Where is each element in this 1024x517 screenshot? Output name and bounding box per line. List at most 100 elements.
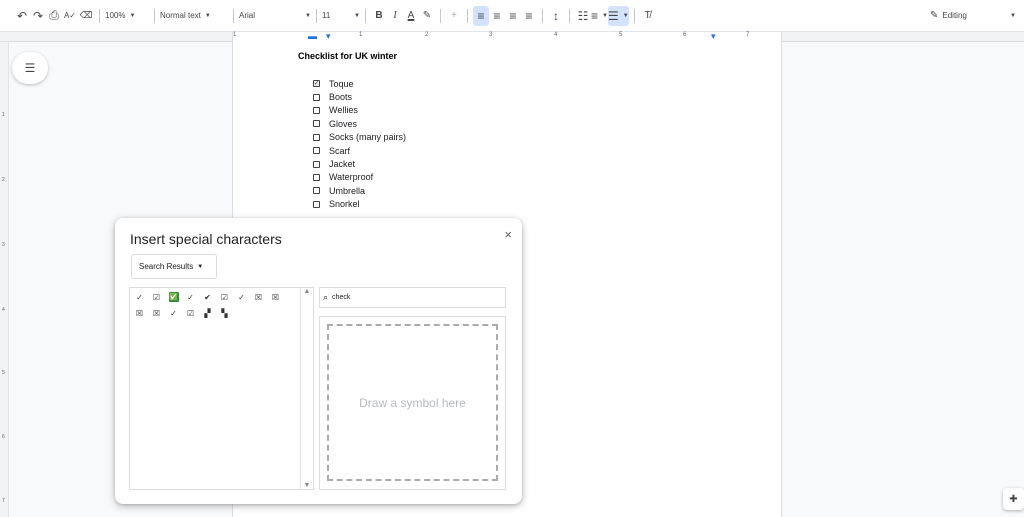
character-list: ✓ ☑ ✅ ✓ ✔ ☑ ✓ ☒ ☒ ☒ ☒ ✓ ☑ ▞ ▚ — [130, 288, 300, 322]
character-cell[interactable]: ☑ — [148, 289, 165, 305]
bulleted-list-icon[interactable]: ☰ ▼ — [607, 5, 629, 26]
checklist-item: Gloves — [313, 117, 406, 130]
character-cell[interactable]: ✔ — [199, 289, 216, 305]
checklist-item: Snorkel — [313, 198, 406, 211]
insert-icon[interactable]: + — [446, 6, 462, 26]
align-left-icon[interactable]: ≡ — [473, 5, 489, 26]
mode-dropdown[interactable]: ✎ Editing ▼ — [930, 6, 1016, 26]
ruler-number: 2 — [2, 177, 5, 183]
line-spacing-icon[interactable]: ↕ — [548, 6, 564, 26]
add-comment-button[interactable]: ✚ — [1003, 488, 1024, 510]
checklist-item: Scarf — [313, 144, 406, 157]
ruler-number: 6 — [2, 434, 5, 440]
redo-icon[interactable]: ↷ — [30, 6, 46, 26]
search-icon: ⌕ — [323, 292, 329, 302]
checkbox[interactable] — [313, 120, 320, 128]
style-dropdown[interactable]: Normal text ▼ — [160, 6, 228, 26]
chevron-down-icon: ▼ — [305, 12, 311, 19]
document-outline-button[interactable]: ☰ — [12, 52, 48, 84]
clear-formatting-icon[interactable]: T̸ — [640, 6, 656, 26]
separator — [233, 8, 234, 23]
character-cell[interactable]: ☑ — [216, 289, 233, 305]
separator — [633, 8, 635, 23]
checklist-item-label: Wellies — [329, 105, 358, 116]
character-cell[interactable]: ☒ — [148, 305, 165, 321]
font-size-value: 11 — [322, 11, 331, 20]
character-cell[interactable]: ☒ — [250, 289, 267, 305]
numbered-list-glyph: ≡ — [591, 8, 599, 23]
zoom-dropdown[interactable]: 100% ▼ — [105, 6, 149, 26]
numbered-list-icon[interactable]: ≡ ▼ — [591, 6, 608, 26]
checklist-item-label: Umbrella — [329, 185, 366, 196]
character-cell[interactable]: ✓ — [165, 305, 182, 321]
bulleted-list-glyph: ☰ — [607, 8, 619, 23]
separator — [99, 8, 100, 23]
align-justify-icon[interactable]: ≡ — [521, 6, 537, 26]
character-cell[interactable]: ☒ — [267, 289, 284, 305]
checkbox-checked[interactable]: ✓ — [313, 80, 320, 88]
character-cell[interactable]: ▚ — [216, 305, 233, 321]
character-search-input[interactable]: ⌕ check — [319, 287, 506, 308]
draw-symbol-canvas[interactable]: Draw a symbol here — [319, 316, 506, 490]
character-cell-green[interactable]: ✅ — [165, 289, 182, 305]
align-center-icon[interactable]: ≡ — [489, 6, 505, 26]
font-dropdown[interactable]: Arial ▼ — [239, 6, 311, 26]
scroll-up-icon[interactable]: ▲ — [301, 288, 313, 295]
separator — [569, 8, 570, 23]
scroll-down-icon[interactable]: ▼ — [301, 482, 313, 489]
spellcheck-icon[interactable]: A✓ — [62, 6, 78, 26]
mode-value: Editing — [942, 11, 967, 20]
highlight-icon[interactable]: ✎ — [419, 6, 435, 26]
close-icon[interactable]: × — [504, 227, 512, 242]
character-cell[interactable]: ☒ — [131, 305, 148, 321]
results-scrollbar[interactable]: ▲ ▼ — [300, 288, 313, 489]
print-icon[interactable]: ⎙ — [46, 6, 62, 26]
font-size-dropdown[interactable]: 11 ▼ — [322, 6, 360, 26]
checklist-item: Socks (many pairs) — [313, 131, 406, 144]
font-value: Arial — [239, 11, 256, 20]
checkbox[interactable] — [313, 147, 320, 155]
checklist-item-label: Socks (many pairs) — [329, 132, 407, 143]
italic-button[interactable]: I — [387, 6, 403, 26]
paint-format-icon[interactable]: ⌫ — [78, 6, 94, 26]
horizontal-ruler[interactable]: ▬ ▾ 1 1 2 3 4 5 6 ▾ 7 — [0, 32, 1024, 42]
separator — [440, 8, 441, 23]
text-color-button[interactable]: A — [403, 6, 419, 26]
checkbox[interactable] — [313, 133, 320, 141]
undo-icon[interactable]: ↶ — [14, 6, 30, 26]
document-heading: Checklist for UK winter — [298, 51, 398, 61]
checkbox[interactable] — [313, 173, 320, 181]
ruler-number: 5 — [619, 32, 623, 38]
checklist-item-label: Boots — [329, 92, 353, 103]
ruler-number: 3 — [489, 32, 493, 38]
checkbox[interactable] — [313, 160, 320, 168]
indent-marker[interactable]: ▬ — [308, 32, 317, 41]
checklist-item: Waterproof — [313, 171, 406, 184]
checkbox[interactable] — [313, 200, 320, 208]
separator — [316, 8, 317, 23]
checkbox[interactable] — [313, 106, 320, 114]
right-indent-marker[interactable]: ▾ — [711, 32, 716, 41]
draw-symbol-placeholder: Draw a symbol here — [327, 324, 498, 481]
chevron-down-icon: ▼ — [204, 12, 211, 19]
character-cell[interactable]: ✓ — [233, 289, 250, 305]
chevron-down-icon: ▼ — [197, 263, 204, 270]
align-right-icon[interactable]: ≡ — [505, 6, 521, 26]
checklist-icon[interactable]: ☷ — [575, 6, 591, 26]
bold-button[interactable]: B — [371, 6, 387, 26]
ruler-number: 3 — [2, 242, 5, 248]
outline-icon: ☰ — [24, 61, 36, 75]
character-cell[interactable]: ☑ — [182, 305, 199, 321]
character-cell[interactable]: ✓ — [131, 289, 148, 305]
checkbox[interactable] — [313, 187, 320, 195]
checklist-item: Boots — [313, 90, 406, 103]
category-dropdown[interactable]: Search Results ▼ — [131, 254, 217, 279]
checkbox[interactable] — [313, 93, 320, 101]
ruler-number: 1 — [2, 112, 5, 118]
checklist-item-label: Scarf — [329, 145, 351, 156]
tab-marker[interactable]: ▾ — [326, 32, 331, 41]
character-cell[interactable]: ✓ — [182, 289, 199, 305]
checklist-item: Jacket — [313, 157, 406, 170]
style-value: Normal text — [160, 11, 201, 20]
character-cell[interactable]: ▞ — [199, 305, 216, 321]
